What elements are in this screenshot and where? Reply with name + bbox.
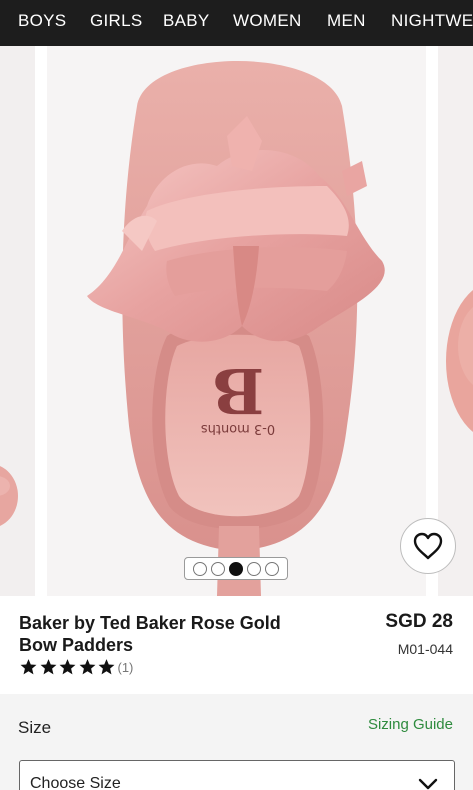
star-icon — [20, 659, 37, 675]
size-dropdown-value: Choose Size — [30, 775, 121, 790]
carousel-dot-4[interactable] — [247, 561, 261, 576]
favourite-button[interactable] — [400, 518, 456, 574]
nav-item-nightwear[interactable]: NIGHTWE — [391, 11, 473, 31]
product-info: Baker by Ted Baker Rose Gold Bow Padders… — [0, 596, 473, 694]
nav-item-girls[interactable]: GIRLS — [90, 11, 143, 31]
previous-slide-preview[interactable] — [0, 46, 35, 596]
carousel-dot-2[interactable] — [211, 561, 225, 576]
product-image-carousel[interactable]: B 0-3 months — [0, 46, 473, 596]
svg-text:B: B — [212, 354, 264, 427]
carousel-pagination — [184, 557, 288, 580]
review-count[interactable]: (1) — [118, 660, 134, 675]
product-price: SGD 28 — [385, 611, 453, 632]
insole-brand-print: B 0-3 months — [201, 354, 276, 436]
size-dropdown[interactable]: Choose Size — [19, 760, 455, 790]
product-title: Baker by Ted Baker Rose Gold Bow Padders — [19, 612, 319, 656]
product-title-line-1: Baker by Ted Baker Rose Gold — [19, 613, 281, 633]
product-title-line-2: Bow Padders — [19, 635, 134, 655]
nav-item-women[interactable]: WOMEN — [233, 11, 302, 31]
carousel-dot-3-active[interactable] — [229, 561, 243, 576]
nav-item-boys[interactable]: BOYS — [18, 11, 66, 31]
previous-shoe-image — [0, 466, 18, 526]
rating-stars[interactable]: (1) — [19, 658, 133, 676]
star-icon — [79, 659, 95, 675]
shoe-illustration: B 0-3 months — [87, 61, 385, 596]
star-icon — [98, 659, 115, 675]
star-icon — [59, 659, 76, 675]
heart-outline-icon — [413, 532, 443, 560]
sizing-guide-link[interactable]: Sizing Guide — [368, 716, 453, 733]
svg-text:0-3 months: 0-3 months — [201, 421, 276, 436]
product-sku: M01-044 — [397, 641, 453, 657]
nav-item-men[interactable]: MEN — [327, 11, 366, 31]
product-image[interactable]: B 0-3 months — [47, 46, 426, 596]
carousel-dot-1[interactable] — [193, 561, 207, 576]
carousel-dot-5[interactable] — [265, 561, 279, 576]
nav-item-baby[interactable]: BABY — [163, 11, 210, 31]
star-icon — [40, 659, 56, 675]
size-section: Size Sizing Guide Choose Size — [0, 694, 473, 790]
next-shoe-image — [446, 289, 473, 433]
size-label: Size — [18, 718, 52, 737]
next-slide-preview[interactable] — [438, 46, 473, 596]
category-nav: BOYS GIRLS BABY WOMEN MEN NIGHTWE — [0, 0, 473, 46]
chevron-down-icon — [418, 778, 438, 790]
